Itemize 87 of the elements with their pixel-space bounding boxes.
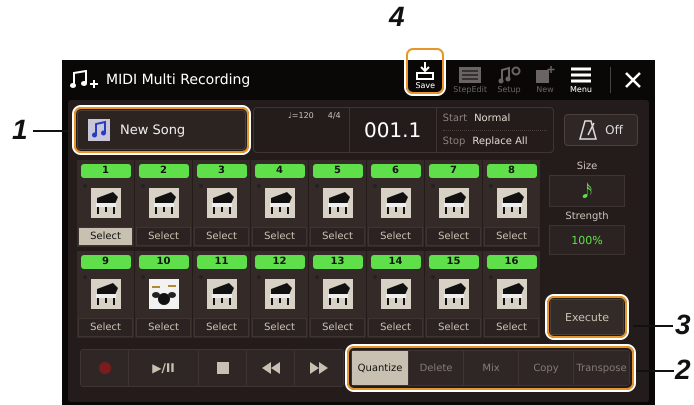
- music-note-icon: [88, 119, 110, 141]
- callout-number: 3: [675, 308, 691, 342]
- rewind-icon: [262, 362, 280, 374]
- play-button[interactable]: ▶/II: [129, 350, 199, 386]
- edit-tab[interactable]: Quantize: [352, 351, 409, 385]
- track-number: 11: [196, 255, 246, 269]
- select-button[interactable]: Select: [426, 318, 481, 337]
- select-button[interactable]: Select: [368, 227, 423, 246]
- track-number: 6: [370, 164, 420, 178]
- select-button[interactable]: Select: [252, 318, 307, 337]
- grand-piano-icon: [438, 278, 468, 308]
- grand-piano-icon: [380, 278, 410, 308]
- callout-number: 4: [389, 0, 405, 34]
- track-number: 8: [486, 164, 536, 178]
- track-number: 13: [312, 255, 362, 269]
- size-label: Size: [576, 161, 598, 172]
- grand-piano-icon: [380, 188, 410, 218]
- select-button[interactable]: Select: [484, 227, 539, 246]
- download-icon: [415, 62, 436, 80]
- select-button[interactable]: Select: [194, 318, 249, 337]
- save-button[interactable]: Save: [408, 62, 442, 90]
- stop-value: Replace All: [472, 136, 528, 147]
- list-icon: [458, 66, 482, 84]
- select-button[interactable]: Select: [310, 318, 365, 337]
- tempo-label: ♩=120: [288, 111, 314, 120]
- callout-number: 1: [12, 113, 28, 147]
- rewind-button[interactable]: [247, 350, 295, 386]
- track-number: 7: [428, 164, 478, 178]
- metronome-icon: [579, 120, 598, 140]
- note-plus-icon: [535, 66, 555, 84]
- grand-piano-icon: [206, 278, 236, 308]
- grand-piano-icon: [496, 188, 526, 218]
- select-button[interactable]: Select: [194, 227, 249, 246]
- grand-piano-icon: [148, 188, 178, 218]
- track-number: 16: [486, 255, 536, 269]
- strength-label: Strength: [565, 211, 609, 222]
- grand-piano-icon: [264, 278, 294, 308]
- song-name-button[interactable]: New Song: [77, 110, 246, 150]
- track-number: 2: [138, 164, 188, 178]
- execute-button[interactable]: Execute: [550, 299, 624, 335]
- grand-piano-icon: [496, 278, 526, 308]
- stop-button[interactable]: [199, 350, 247, 386]
- track-number: 14: [370, 255, 420, 269]
- select-button[interactable]: Select: [78, 318, 133, 337]
- grand-piano-icon: [322, 188, 352, 218]
- select-button[interactable]: Select: [136, 227, 191, 246]
- track-number: 9: [80, 255, 130, 269]
- stop-icon: [216, 362, 228, 374]
- time-signature: 4/4: [328, 111, 341, 120]
- grand-piano-icon: [322, 278, 352, 308]
- drum-kit-icon: [148, 278, 178, 308]
- track-number: 15: [428, 255, 478, 269]
- grand-piano-icon: [90, 188, 120, 218]
- close-icon: [625, 72, 641, 88]
- grand-piano-icon: [264, 188, 294, 218]
- window-title: MIDI Multi Recording: [106, 72, 250, 88]
- track-number: 12: [254, 255, 304, 269]
- song-position: 001.1: [348, 108, 437, 152]
- start-label: Start: [442, 113, 468, 124]
- select-button[interactable]: Select: [426, 227, 481, 246]
- forward-button[interactable]: [295, 350, 343, 386]
- strength-value-button[interactable]: 100%: [549, 225, 625, 255]
- note-size-button[interactable]: 𝅘𝅥𝅯: [549, 175, 625, 207]
- callout-number: 2: [675, 353, 691, 387]
- select-button[interactable]: Select: [484, 318, 539, 337]
- select-button[interactable]: Select: [310, 227, 365, 246]
- grand-piano-icon: [438, 188, 468, 218]
- track-number: 4: [254, 164, 304, 178]
- fast-forward-icon: [310, 362, 328, 374]
- track-number: 10: [138, 255, 188, 269]
- start-value: Normal: [474, 113, 510, 124]
- select-button[interactable]: Select: [136, 318, 191, 337]
- music-notes-icon: [70, 70, 100, 90]
- menu-button[interactable]: Menu: [564, 66, 598, 94]
- menu-icon: [570, 66, 592, 84]
- track-number: 5: [312, 164, 362, 178]
- metronome-button[interactable]: Off: [564, 114, 638, 146]
- select-button[interactable]: Select: [252, 227, 307, 246]
- select-button[interactable]: Select: [78, 227, 133, 246]
- record-icon: [98, 362, 110, 374]
- note-gear-icon: [497, 66, 521, 84]
- grand-piano-icon: [90, 278, 120, 308]
- track-number: 1: [80, 164, 130, 178]
- grand-piano-icon: [206, 188, 236, 218]
- select-button[interactable]: Select: [368, 318, 423, 337]
- stop-label: Stop: [442, 136, 466, 147]
- track-number: 3: [196, 164, 246, 178]
